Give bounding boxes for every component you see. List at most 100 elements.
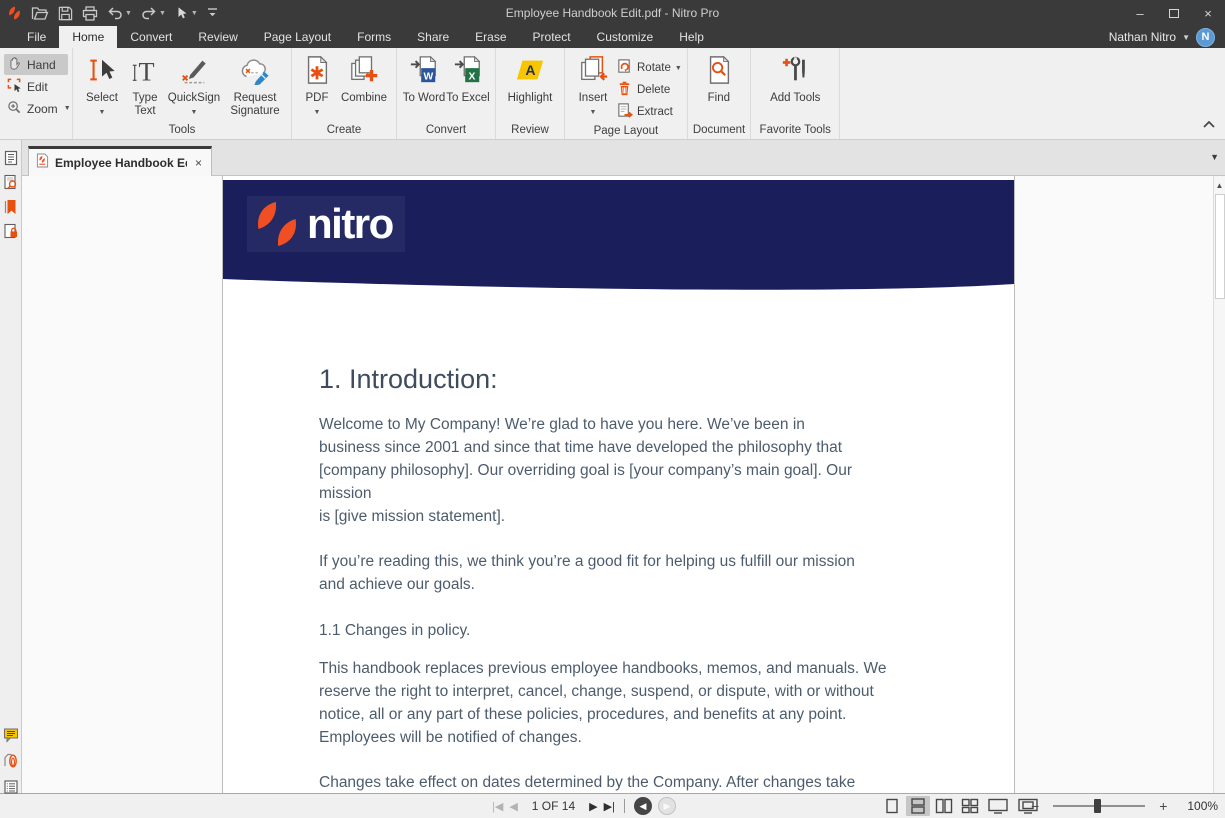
zoom-level[interactable]: 100% xyxy=(1187,799,1218,813)
select-tool-button[interactable]: ▼ xyxy=(175,6,198,21)
view-mode-toolbar xyxy=(880,796,1042,816)
nitro-pro-window: ▼ ▼ ▼ Employee Handbook Edit.pdf - Nitro… xyxy=(0,0,1225,818)
history-back-button[interactable]: ◀ xyxy=(634,797,652,815)
account-name: Nathan Nitro xyxy=(1109,30,1176,44)
insert-label: Insert xyxy=(579,92,608,105)
menu-file[interactable]: File xyxy=(14,26,59,48)
menu-convert[interactable]: Convert xyxy=(117,26,185,48)
menu-forms[interactable]: Forms xyxy=(344,26,404,48)
previous-page-button[interactable]: ◀ xyxy=(509,800,517,813)
zoom-controls: − + 100% xyxy=(1025,794,1218,818)
to-excel-icon: X xyxy=(453,55,483,92)
ribbon-collapse-button[interactable] xyxy=(1203,115,1215,133)
continuous-view-button[interactable] xyxy=(906,796,930,816)
menu-customize[interactable]: Customize xyxy=(584,26,667,48)
zoom-slider-handle[interactable] xyxy=(1094,799,1101,813)
add-tools-button[interactable]: Add Tools xyxy=(766,52,824,105)
zoom-slider[interactable] xyxy=(1053,805,1145,807)
zoom-mode-button[interactable]: Zoom ▼ xyxy=(4,98,68,119)
maximize-button[interactable] xyxy=(1157,0,1191,26)
redo-button[interactable]: ▼ xyxy=(141,6,166,20)
find-button[interactable]: Find xyxy=(693,52,745,105)
menu-review[interactable]: Review xyxy=(185,26,250,48)
pages-panel-icon[interactable] xyxy=(3,150,19,166)
redo-dropdown-caret[interactable]: ▼ xyxy=(159,10,166,17)
history-forward-button[interactable]: ▶ xyxy=(658,797,676,815)
search-panel-icon[interactable] xyxy=(3,174,19,190)
select-tool-dropdown-caret[interactable]: ▼ xyxy=(191,10,198,17)
menu-home[interactable]: Home xyxy=(59,26,117,48)
menu-erase[interactable]: Erase xyxy=(462,26,519,48)
next-page-button[interactable]: ▶ xyxy=(589,800,597,813)
to-excel-label: To Excel xyxy=(446,92,489,105)
document-viewport[interactable]: nitro 1. Introduction: Welcome to My Com… xyxy=(22,176,1213,793)
minimize-button[interactable]: – xyxy=(1123,0,1157,26)
zoom-icon xyxy=(7,100,22,118)
attachments-panel-icon[interactable] xyxy=(3,753,19,769)
hand-mode-button[interactable]: Hand xyxy=(4,54,68,75)
first-page-button[interactable]: |◀ xyxy=(492,800,503,813)
hand-icon xyxy=(7,56,22,74)
highlight-button[interactable]: A Highlight xyxy=(501,52,559,105)
delete-button[interactable]: Delete xyxy=(616,79,682,101)
undo-dropdown-caret[interactable]: ▼ xyxy=(125,10,132,17)
extract-button[interactable]: Extract xyxy=(616,101,682,123)
combine-label: Combine xyxy=(341,92,387,105)
comments-panel-icon[interactable] xyxy=(3,727,19,743)
find-icon xyxy=(704,55,734,92)
svg-text:A: A xyxy=(525,62,535,78)
pdf-icon xyxy=(302,55,332,92)
fit-page-view-button[interactable] xyxy=(984,796,1012,816)
menu-page-layout[interactable]: Page Layout xyxy=(251,26,344,48)
edit-mode-button[interactable]: Edit xyxy=(4,76,68,97)
scrollbar-thumb[interactable] xyxy=(1215,194,1225,299)
type-text-button[interactable]: T Type Text xyxy=(126,52,164,118)
avatar[interactable]: N xyxy=(1196,28,1215,47)
group-label-tools: Tools xyxy=(78,122,286,139)
quad-pages-view-button[interactable] xyxy=(958,796,982,816)
open-file-button[interactable] xyxy=(31,6,49,21)
to-word-button[interactable]: W To Word xyxy=(402,52,446,105)
type-text-icon: T xyxy=(130,55,160,92)
combine-button[interactable]: Combine xyxy=(337,52,391,105)
edit-icon xyxy=(7,78,22,96)
outline-panel-icon[interactable] xyxy=(3,779,19,795)
print-button[interactable] xyxy=(82,6,98,21)
facing-pages-view-button[interactable] xyxy=(932,796,956,816)
menu-protect[interactable]: Protect xyxy=(520,26,584,48)
vertical-scrollbar[interactable]: ▲ xyxy=(1213,176,1225,793)
menu-share[interactable]: Share xyxy=(404,26,462,48)
last-page-button[interactable]: ▶| xyxy=(604,800,615,813)
customize-toolbar-button[interactable] xyxy=(207,7,218,19)
zoom-out-button[interactable]: − xyxy=(1025,798,1045,814)
save-button[interactable] xyxy=(58,6,73,21)
rotate-button[interactable]: Rotate ▼ xyxy=(616,57,682,79)
pdf-button[interactable]: PDF ▼ xyxy=(297,52,337,119)
zoom-in-button[interactable]: + xyxy=(1153,798,1173,814)
account-menu[interactable]: Nathan Nitro ▼ N xyxy=(1109,26,1215,48)
bookmarks-panel-icon[interactable] xyxy=(3,199,19,215)
group-label-page-layout: Page Layout xyxy=(570,123,682,140)
page-indicator[interactable]: 1 OF 14 xyxy=(524,799,583,813)
add-tools-icon xyxy=(780,55,810,92)
tab-close-icon[interactable]: × xyxy=(193,156,204,170)
undo-button[interactable]: ▼ xyxy=(107,6,132,20)
select-button[interactable]: Select ▼ xyxy=(78,52,126,119)
tab-list-dropdown-icon[interactable]: ▼ xyxy=(1210,152,1219,162)
menu-help[interactable]: Help xyxy=(666,26,717,48)
rotate-label: Rotate xyxy=(637,62,671,74)
security-panel-icon[interactable] xyxy=(3,223,19,239)
close-button[interactable]: × xyxy=(1191,0,1225,26)
account-dropdown-caret: ▼ xyxy=(1182,33,1190,42)
single-page-view-button[interactable] xyxy=(880,796,904,816)
quicksign-label: QuickSign xyxy=(168,92,220,105)
document-tab[interactable]: Employee Handbook Edit × xyxy=(28,146,212,176)
delete-icon xyxy=(616,80,633,100)
scroll-up-arrow-icon[interactable]: ▲ xyxy=(1214,176,1225,193)
to-excel-button[interactable]: X To Excel xyxy=(446,52,490,105)
ribbon-group-convert: W To Word X To Excel Convert xyxy=(397,48,496,139)
select-icon xyxy=(87,55,117,92)
quicksign-button[interactable]: QuickSign ▼ xyxy=(164,52,224,119)
insert-button[interactable]: Insert ▼ xyxy=(570,52,616,119)
request-signature-button[interactable]: Request Signature xyxy=(224,52,286,118)
